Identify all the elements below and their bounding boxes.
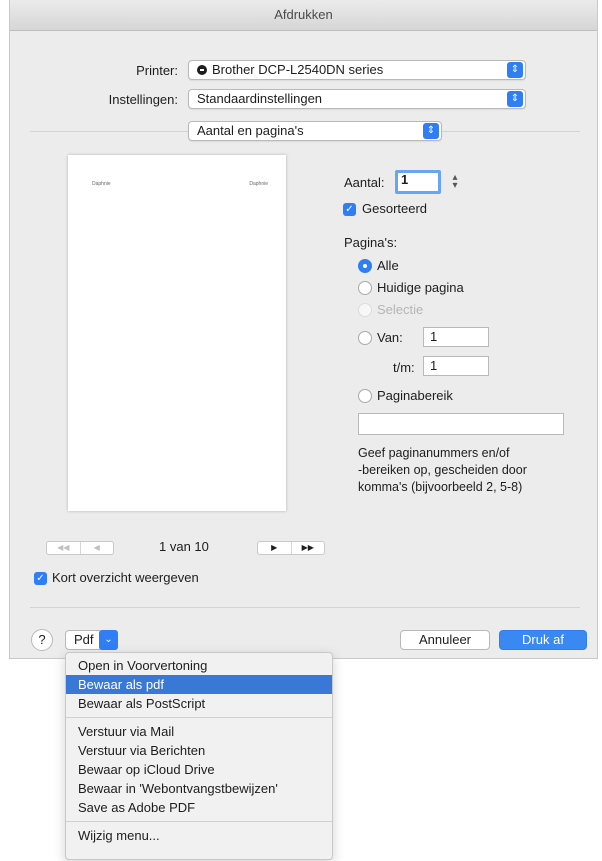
settings-label: Instellingen: [108,92,178,107]
copies-field[interactable]: 1 [395,170,441,194]
preview-forward-buttons: ▶ ▶▶ [257,541,325,555]
menu-item-save-icloud[interactable]: Bewaar op iCloud Drive [66,760,332,779]
to-label: t/m: [393,360,415,375]
page-range-label: Paginabereik [377,388,453,403]
section-popup-value: Aantal en pagina's [197,123,304,138]
printer-label: Printer: [136,63,178,78]
menu-item-save-receipts[interactable]: Bewaar in 'Webontvangstbewijzen' [66,779,332,798]
radio-from[interactable] [358,331,372,345]
show-summary-checkbox[interactable]: ✓ [34,572,47,585]
settings-popup[interactable]: Standaardinstellingen ⇕ [188,89,526,109]
page-range-field[interactable] [358,413,564,435]
menu-item-send-mail[interactable]: Verstuur via Mail [66,722,332,741]
from-field[interactable]: 1 [423,327,489,347]
preview-back-buttons: ◀◀ ◀ [46,541,114,555]
print-dialog: Afdrukken Printer: Brother DCP-L2540DN s… [9,0,598,659]
chevron-updown-icon: ⇕ [423,123,439,139]
radio-all[interactable] [358,259,372,273]
pdf-button[interactable]: Pdf [65,630,103,650]
menu-item-save-as-postscript[interactable]: Bewaar als PostScript [66,694,332,713]
menu-separator [66,821,332,822]
menu-item-open-preview[interactable]: Open in Voorvertoning [66,656,332,675]
chevron-updown-icon: ⇕ [507,62,523,78]
radio-selection[interactable] [358,303,372,317]
previous-page-icon[interactable]: ◀ [79,542,114,554]
printer-popup[interactable]: Brother DCP-L2540DN series ⇕ [188,60,526,80]
menu-item-save-as-pdf[interactable]: Bewaar als pdf [66,675,332,694]
radio-selection-label: Selectie [377,302,424,317]
page-preview: Daphnie Daphnie [68,155,286,511]
page-range-hint-3: komma's (bijvoorbeeld 2, 5-8) [358,480,523,494]
preview-header-right: Daphnie [249,181,268,187]
print-button[interactable]: Druk af [499,630,587,650]
from-label: Van: [377,330,403,345]
menu-separator [66,717,332,718]
show-summary-label: Kort overzicht weergeven [52,570,199,585]
pdf-menu: Open in Voorvertoning Bewaar als pdf Bew… [65,652,333,860]
menu-item-save-adobe-pdf[interactable]: Save as Adobe PDF [66,798,332,817]
page-indicator: 1 van 10 [159,539,209,554]
radio-current-page[interactable] [358,281,372,295]
page-range-hint-2: -bereiken op, gescheiden door [358,463,527,477]
section-popup[interactable]: Aantal en pagina's ⇕ [188,121,442,141]
first-page-icon[interactable]: ◀◀ [47,542,80,554]
collated-checkbox[interactable]: ✓ [343,203,356,216]
copies-stepper[interactable]: ▴ ▾ [450,173,460,191]
menu-item-edit-menu[interactable]: Wijzig menu... [66,826,332,845]
printer-status-icon [197,65,207,75]
help-button[interactable]: ? [31,629,53,651]
preview-header-left: Daphnie [92,181,111,187]
cancel-button[interactable]: Annuleer [400,630,490,650]
next-page-icon[interactable]: ▶ [258,542,291,554]
chevron-down-icon[interactable]: ⌄ [99,630,118,650]
pages-heading: Pagina's: [344,235,398,250]
copies-label: Aantal: [344,175,385,190]
radio-page-range[interactable] [358,389,372,403]
settings-value: Standaardinstellingen [197,91,323,106]
radio-current-page-label: Huidige pagina [377,280,464,295]
last-page-icon[interactable]: ▶▶ [290,542,325,554]
radio-all-label: Alle [377,258,399,273]
collated-label: Gesorteerd [362,201,428,216]
footer-divider [30,607,580,608]
page-range-hint-1: Geef paginanummers en/of [358,446,510,460]
chevron-updown-icon: ⇕ [507,91,523,107]
to-field[interactable]: 1 [423,356,489,376]
menu-item-send-messages[interactable]: Verstuur via Berichten [66,741,332,760]
printer-value: Brother DCP-L2540DN series [212,62,384,77]
window-title: Afdrukken [10,0,597,31]
